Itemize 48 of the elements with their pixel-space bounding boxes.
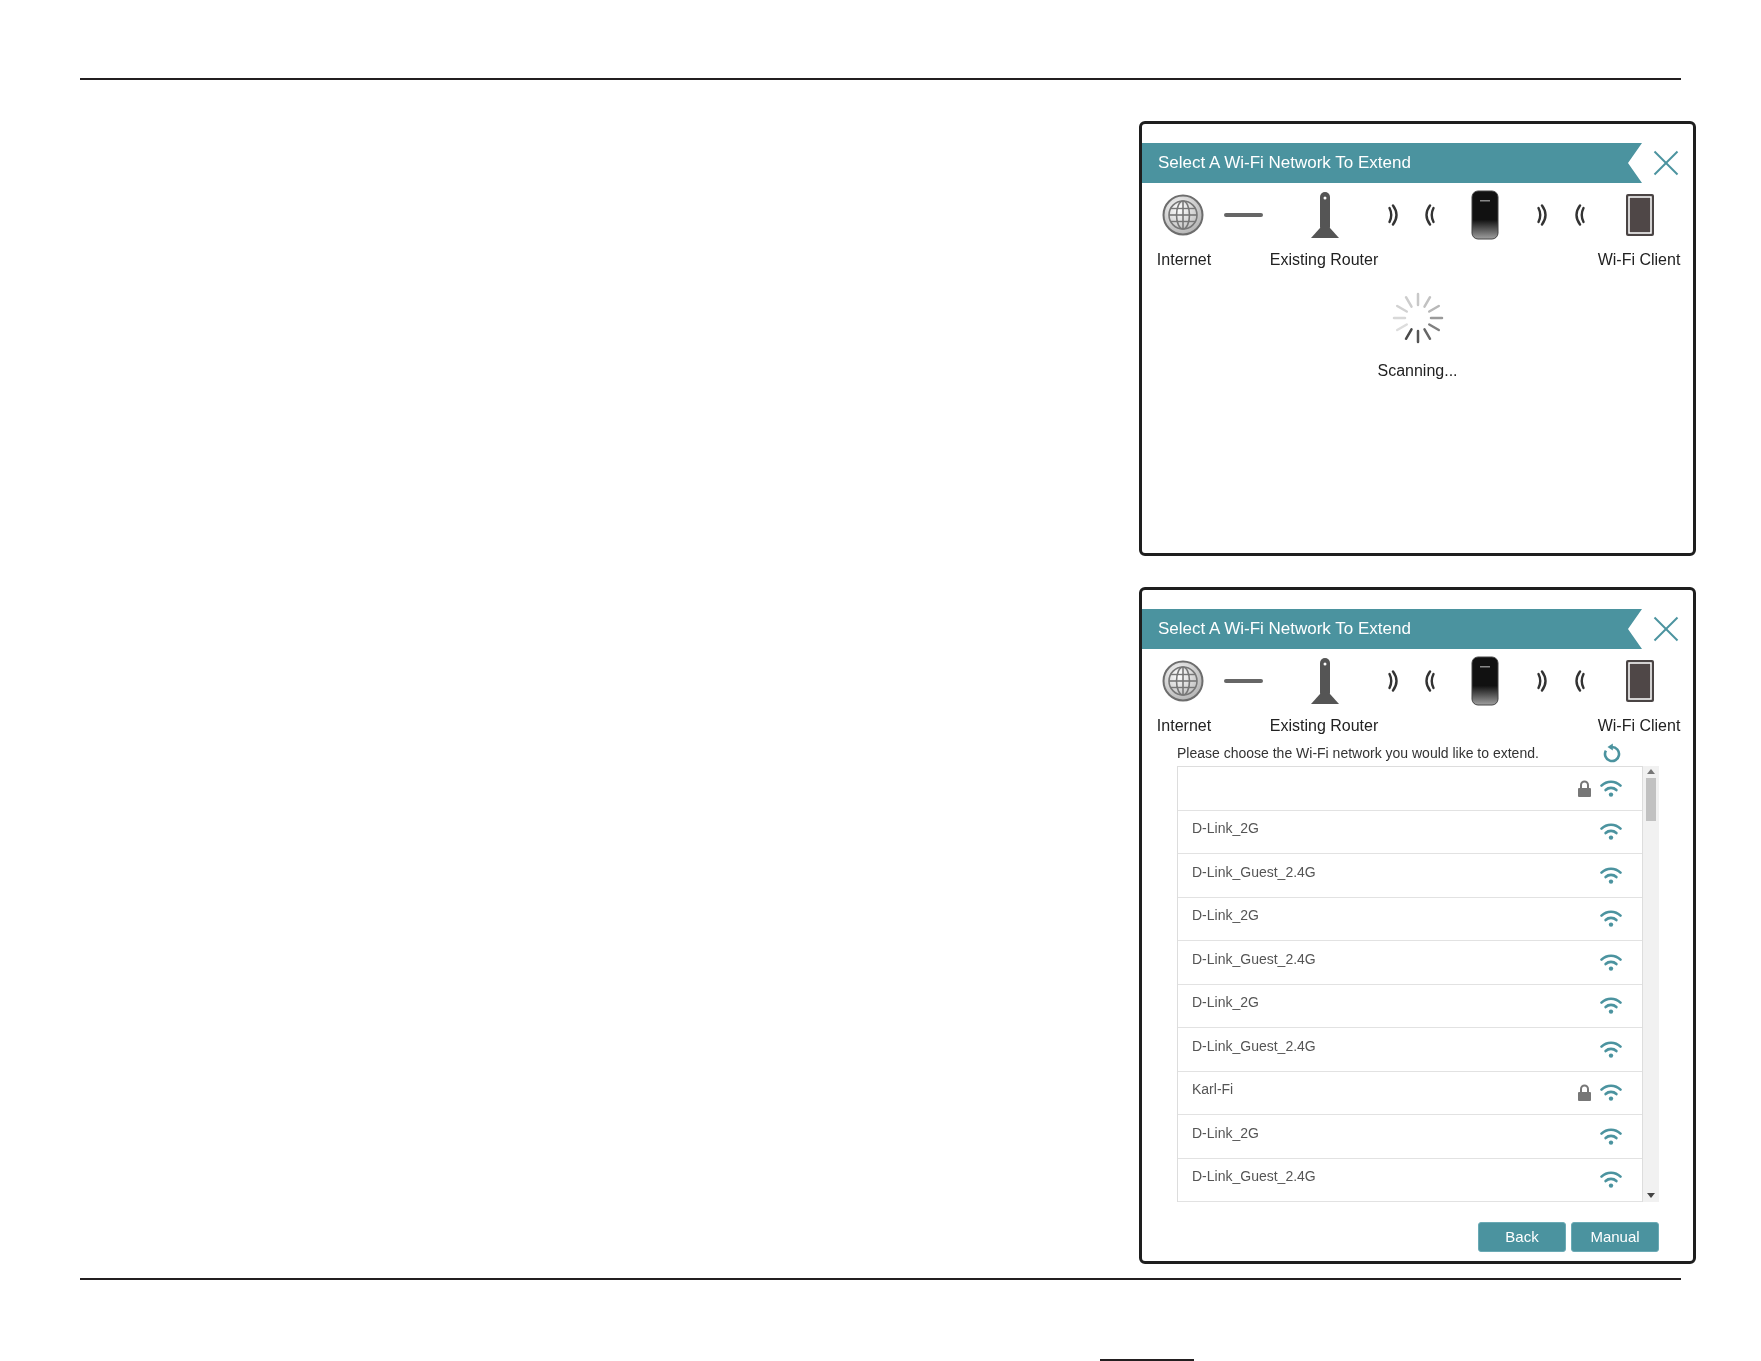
close-icon[interactable]	[1653, 616, 1679, 642]
dialog-title: Select A Wi-Fi Network To Extend	[1158, 618, 1411, 641]
diagram-label: Wi-Fi Client	[1597, 716, 1681, 736]
router-icon	[1311, 192, 1339, 238]
signal-waves-icon	[1388, 670, 1398, 692]
wired-connection-icon	[1224, 213, 1263, 217]
signal-waves-icon	[1537, 670, 1547, 692]
scrollbar-track[interactable]	[1643, 766, 1659, 1202]
scroll-up-arrow-icon[interactable]	[1647, 769, 1655, 774]
range-extender-icon	[1471, 656, 1499, 706]
wifi-signal-icon	[1600, 779, 1622, 797]
wifi-signal-icon	[1600, 1127, 1622, 1145]
loading-spinner-icon	[1391, 292, 1444, 344]
dialog-button[interactable]: Back	[1478, 1222, 1566, 1252]
wifi-signal-icon	[1600, 910, 1622, 928]
signal-waves-icon	[1575, 670, 1585, 692]
dialog-button[interactable]: Manual	[1571, 1222, 1659, 1252]
wifi-signal-icon	[1600, 823, 1622, 841]
status-text: Scanning...	[1377, 361, 1458, 381]
wired-connection-icon	[1224, 679, 1263, 683]
tablet-icon	[1626, 194, 1654, 236]
refresh-icon[interactable]	[1602, 743, 1622, 763]
diagram-label: Existing Router	[1269, 250, 1379, 270]
diagram-label: Wi-Fi Client	[1597, 250, 1681, 270]
wifi-signal-icon	[1600, 1040, 1622, 1058]
signal-waves-icon	[1425, 670, 1435, 692]
globe-icon	[1162, 660, 1204, 702]
signal-waves-icon	[1537, 204, 1547, 226]
tablet-icon	[1626, 660, 1654, 702]
close-icon[interactable]	[1653, 150, 1679, 176]
globe-icon	[1162, 194, 1204, 236]
instruction-text: Please choose the Wi-Fi network you would like to extend.	[1177, 743, 1539, 763]
scrollbar-thumb[interactable]	[1646, 778, 1656, 821]
signal-waves-icon	[1388, 204, 1398, 226]
diagram-label: Internet	[1156, 250, 1212, 270]
router-icon	[1311, 658, 1339, 704]
wifi-signal-icon	[1600, 953, 1622, 971]
wifi-signal-icon	[1600, 866, 1622, 884]
scroll-down-arrow-icon[interactable]	[1647, 1193, 1655, 1198]
range-extender-icon	[1471, 190, 1499, 240]
signal-waves-icon	[1425, 204, 1435, 226]
wifi-signal-icon	[1600, 1084, 1622, 1102]
dialog-title: Select A Wi-Fi Network To Extend	[1158, 152, 1411, 175]
wifi-signal-icon	[1600, 997, 1622, 1015]
wifi-signal-icon	[1600, 1171, 1622, 1189]
diagram-label: Internet	[1156, 716, 1212, 736]
diagram-label: Existing Router	[1269, 716, 1379, 736]
signal-waves-icon	[1575, 204, 1585, 226]
